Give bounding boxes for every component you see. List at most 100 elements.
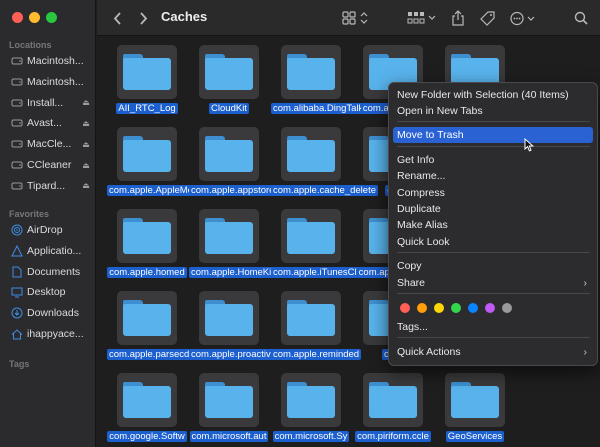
folder-item[interactable]: com.alibaba.DingTalkMacLite [271,45,399,127]
sidebar-item[interactable]: CCleaner ⏏ [0,155,96,175]
folder-item[interactable]: com.apple.iTunesCloud [271,209,375,291]
folder-item[interactable]: com.apple.reminded [271,291,362,373]
menu-item[interactable]: Duplicate [393,201,593,217]
sidebar-item[interactable]: Desktop [0,282,96,302]
menu-item-label: Compress [397,187,445,199]
folder-name-text: com.microsoft.Sy [272,431,350,442]
view-mode-button[interactable] [341,8,371,28]
favorites-heading: Favorites [9,209,50,219]
folder-icon [205,380,253,420]
folder-icon [369,380,417,420]
menu-item[interactable]: Make Alias [393,217,593,233]
folder-name: com.microsoft.aut [189,431,269,443]
folder-name: GeoServices [435,431,515,443]
folder-item[interactable]: com.google.Softw [107,373,187,447]
search-button[interactable] [572,8,590,28]
sidebar-item[interactable]: Macintosh... [0,51,96,71]
eject-icon[interactable]: ⏏ [80,119,92,128]
menu-item-label: Get Info [397,154,435,166]
folder-name: com.google.Softw [107,431,187,443]
folder-item[interactable]: com.piriform.ccle [353,373,433,447]
folder-icon [205,134,253,174]
folder-item[interactable]: com.microsoft.aut [189,373,269,447]
eject-icon[interactable]: ⏏ [80,161,92,170]
tag-color-dot[interactable] [502,303,512,313]
drive-icon [10,138,23,151]
folder-item[interactable]: com.apple.parsecd [107,291,192,373]
folder-icon [287,134,335,174]
menu-item[interactable]: Move to Trash [393,127,593,143]
zoom-window-button[interactable] [46,12,57,23]
eject-icon[interactable]: ⏏ [80,98,92,107]
menu-item-label: Quick Look [397,236,450,248]
folder-item[interactable]: com.apple.HomeKit [189,209,276,291]
sidebar-item[interactable]: Applicatio... [0,241,96,261]
sidebar-item[interactable]: Macintosh... [0,72,96,92]
folder-item[interactable]: GeoServices [435,373,515,447]
menu-item-label: Rename... [397,170,446,182]
menu-item[interactable]: Tags... [393,319,593,335]
eject-icon[interactable]: ⏏ [80,140,92,149]
tag-color-dot[interactable] [468,303,478,313]
sidebar-item[interactable]: MacCle... ⏏ [0,134,96,154]
folder-item[interactable]: AII_RTC_Log [107,45,187,127]
sidebar-item[interactable]: Tipard... ⏏ [0,176,96,196]
menu-item[interactable]: Compress [393,185,593,201]
menu-item[interactable]: Open in New Tabs [393,103,593,119]
menu-item[interactable]: Quick Look [393,234,593,250]
folder-name: com.apple.AppleMediaServices [107,185,245,197]
forward-button[interactable] [135,8,151,28]
menu-item[interactable]: Copy [393,258,593,274]
window-controls [12,12,57,23]
sidebar-item[interactable]: Downloads [0,303,96,323]
menu-item-label: Quick Actions [397,346,461,358]
menu-item[interactable]: Rename... [393,168,593,184]
folder-item[interactable]: com.apple.cache_delete [271,127,378,209]
applications-icon [10,244,23,257]
more-actions-button[interactable] [509,8,537,28]
folder-item[interactable]: com.apple.AppleMediaServices [107,127,245,209]
sidebar-item[interactable]: Install... ⏏ [0,93,96,113]
sidebar-item[interactable]: Documents [0,262,96,282]
minimize-window-button[interactable] [29,12,40,23]
tag-color-dot[interactable] [417,303,427,313]
menu-item-label: Make Alias [397,219,448,231]
sidebar-item[interactable]: AirDrop [0,220,96,240]
folder-name-text: com.microsoft.aut [189,431,269,442]
drive-icon [10,117,23,130]
folder-selection-highlight [199,209,259,263]
folder-item[interactable]: CloudKit [189,45,269,127]
menu-item[interactable]: New Folder with Selection (40 Items) [393,87,593,103]
tag-color-dot[interactable] [434,303,444,313]
share-button[interactable] [449,8,467,28]
back-button[interactable] [109,8,125,28]
tag-color-dot[interactable] [485,303,495,313]
close-window-button[interactable] [12,12,23,23]
sidebar-item-label: Avast... [27,117,62,130]
sidebar-item[interactable]: ihappyace... [0,324,96,344]
menu-item[interactable]: Get Info [393,152,593,168]
folder-item[interactable]: com.apple.appstoreagent [189,127,301,209]
folder-item[interactable]: com.apple.homed [107,209,187,291]
menu-item-label: New Folder with Selection (40 Items) [397,89,569,101]
sidebar-item-label: Documents [27,265,81,278]
tag-button[interactable] [478,8,496,28]
tag-color-dot[interactable] [400,303,410,313]
sidebar-item-label: MacCle... [27,138,72,151]
folder-selection-highlight [281,45,341,99]
folder-name-text: com.piriform.ccle [355,431,431,442]
menu-item[interactable]: Share › [393,275,593,291]
eject-icon[interactable]: ⏏ [80,181,92,190]
folder-icon [287,380,335,420]
ellipsis-icon [510,11,535,25]
folder-name-text: CloudKit [209,103,249,114]
tag-color-dot[interactable] [451,303,461,313]
folder-item[interactable]: com.microsoft.Sy [271,373,351,447]
folder-item[interactable]: com.apple.proactive.eventtracker [189,291,333,373]
sidebar-item-label: Desktop [27,286,66,299]
drive-icon [10,179,23,192]
menu-item[interactable]: Quick Actions › [393,344,593,360]
sidebar-item[interactable]: Avast... ⏏ [0,113,96,133]
drive-icon [10,75,23,88]
group-button[interactable] [407,8,437,28]
